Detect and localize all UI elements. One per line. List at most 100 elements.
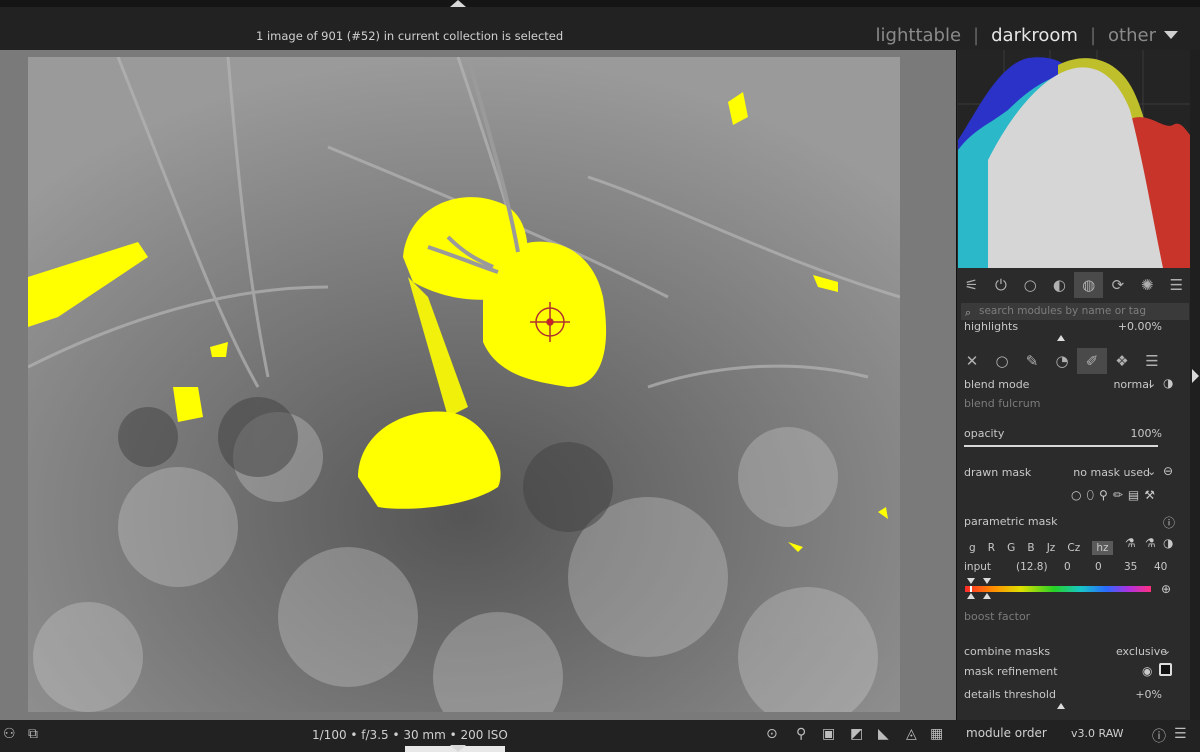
blend-uniform-icon[interactable]: ○ <box>987 348 1017 374</box>
channel-tab-g[interactable]: g <box>969 542 976 554</box>
input-marker-bottom-right-icon[interactable] <box>983 593 991 599</box>
right-panel-collapse-icon[interactable] <box>1192 369 1199 383</box>
exif-info: 1/100 • f/3.5 • 30 mm • 200 ISO <box>312 728 508 742</box>
blend-mode-label: blend mode <box>964 378 1030 391</box>
input-marker-top-right-icon[interactable] <box>983 578 991 584</box>
input-value-2: 0 <box>1095 561 1102 573</box>
raw-overexposed-icon[interactable]: ◬ <box>906 726 917 742</box>
parametric-mask-info-icon[interactable]: ⓘ <box>1163 514 1175 531</box>
combine-masks-select[interactable]: combine masks exclusive <box>964 645 1167 663</box>
blend-drawn-parametric-icon[interactable]: ✐ <box>1077 348 1107 374</box>
show-mask-eye-icon[interactable]: ◉ <box>1142 664 1152 678</box>
refresh-icon[interactable]: ⟳ <box>1103 272 1132 298</box>
preferences-icon[interactable]: ☰ <box>1174 726 1187 742</box>
ellipse-shape-icon[interactable]: ⬯ <box>1086 488 1094 503</box>
channel-tab-B[interactable]: B <box>1027 542 1034 554</box>
color-balance-icon[interactable]: ◍ <box>1074 272 1104 298</box>
blend-polarity-icon[interactable]: ◑ <box>1163 376 1173 390</box>
second-window-icon[interactable]: ⧉ <box>28 726 38 742</box>
circle-icon[interactable]: ○ <box>1016 272 1045 298</box>
blend-raster-icon[interactable]: ❖ <box>1107 348 1137 374</box>
blend-mode-chevron-icon[interactable]: ⌄ <box>1147 377 1156 390</box>
display-mask-icon[interactable] <box>1159 663 1172 676</box>
module-order-label: module order <box>966 726 1047 740</box>
brush-shape-icon[interactable]: ✏ <box>1113 488 1123 503</box>
blend-menu-icon[interactable]: ☰ <box>1137 348 1167 374</box>
input-marker-bottom-left-icon[interactable] <box>967 593 975 599</box>
top-panel-collapse-icon[interactable] <box>450 0 466 7</box>
blend-fulcrum-slider[interactable]: blend fulcrum <box>964 397 1162 415</box>
view-separator: | <box>1089 25 1097 46</box>
view-lighttable[interactable]: lighttable <box>876 25 961 46</box>
gamut-check-icon[interactable]: ▣ <box>822 726 835 742</box>
softproof-icon[interactable]: ◩ <box>850 726 863 742</box>
help-icon[interactable]: ⓘ <box>1152 726 1166 746</box>
color-picker-set-icon[interactable]: ⚗ <box>1145 536 1156 550</box>
details-threshold-value: +0% <box>1135 688 1162 701</box>
highlights-label: highlights <box>964 320 1019 333</box>
drawn-mask-toggle-icon[interactable]: ⊖ <box>1163 464 1173 478</box>
hue-gradient-slider[interactable] <box>965 586 1151 592</box>
channel-tab-R[interactable]: R <box>988 542 995 554</box>
module-search-input[interactable]: ⌕ search modules by name or tag <box>961 303 1189 320</box>
drawn-mask-label: drawn mask <box>964 466 1032 479</box>
drawn-mask-chevron-icon[interactable]: ⌄ <box>1147 465 1156 478</box>
blend-off-icon[interactable]: ✕ <box>957 348 987 374</box>
channel-tab-G[interactable]: G <box>1007 542 1015 554</box>
tone-icon[interactable]: ◐ <box>1045 272 1074 298</box>
menu-icon[interactable]: ☰ <box>1162 272 1191 298</box>
boost-factor-slider[interactable]: boost factor <box>964 610 1162 628</box>
favorite-icon[interactable]: ✺ <box>1133 272 1162 298</box>
opacity-track[interactable] <box>964 445 1158 447</box>
views-dropdown-icon[interactable] <box>1164 31 1178 39</box>
bulb-icon[interactable]: ⚲ <box>796 726 806 742</box>
parametric-mask-label: parametric mask <box>964 515 1058 528</box>
image-canvas-area <box>0 50 956 720</box>
details-threshold-marker-icon[interactable] <box>1057 703 1065 709</box>
highlights-marker-icon[interactable] <box>1057 335 1065 341</box>
bottom-panel-collapse-icon[interactable] <box>450 745 466 752</box>
input-label: input <box>964 561 992 573</box>
guides-icon[interactable]: ▦ <box>930 726 943 742</box>
view-darkroom[interactable]: darkroom <box>991 25 1078 46</box>
channel-tab-Cz[interactable]: Cz <box>1067 542 1080 554</box>
channel-tab-Jz[interactable]: Jz <box>1047 542 1056 554</box>
channel-tab-hz[interactable]: hz <box>1092 541 1113 555</box>
show-masks-icon[interactable]: ⚒ <box>1144 488 1155 503</box>
blend-mode-select[interactable]: blend mode normal <box>964 378 1162 396</box>
channel-tabs: g R G B Jz Cz hz <box>969 536 1120 555</box>
photo-preview[interactable] <box>28 57 900 712</box>
power-icon[interactable]: ⏻ <box>986 272 1015 298</box>
gradient-shape-icon[interactable]: ▤ <box>1128 488 1139 503</box>
path-shape-icon[interactable]: ⚲ <box>1099 488 1108 503</box>
drawn-mask-select[interactable]: drawn mask no mask used <box>964 466 1162 484</box>
input-value-3: 35 <box>1124 561 1138 573</box>
right-panel: ⚟ ⏻ ○ ◐ ◍ ⟳ ✺ ☰ ⌕ search modules by name… <box>956 50 1190 720</box>
add-channel-icon[interactable]: ⊕ <box>1161 582 1171 596</box>
focus-peaking-icon[interactable]: ⊙ <box>766 726 778 742</box>
boost-factor-label: boost factor <box>964 610 1031 623</box>
opacity-slider[interactable]: opacity 100% <box>964 427 1162 445</box>
view-other[interactable]: other <box>1108 25 1156 46</box>
parametric-mask-header: parametric mask <box>964 515 1162 533</box>
presets-icon[interactable]: ⚟ <box>957 272 986 298</box>
right-edge-strip <box>1190 50 1200 720</box>
histogram[interactable] <box>958 50 1190 268</box>
circle-shape-icon[interactable]: ○ <box>1071 488 1081 503</box>
color-picker-icon[interactable]: ⚗ <box>1125 536 1136 550</box>
blend-parametric-icon[interactable]: ◔ <box>1047 348 1077 374</box>
view-separator: | <box>973 25 980 46</box>
styles-icon[interactable]: ⚇ <box>3 726 16 742</box>
module-order-value[interactable]: v3.0 RAW <box>1071 727 1124 740</box>
combine-masks-chevron-icon[interactable]: ⌄ <box>1162 644 1171 657</box>
input-value-current: (12.8) <box>1016 561 1048 573</box>
opacity-fill <box>964 445 1158 447</box>
view-switcher: lighttable | darkroom | other <box>876 25 1156 46</box>
overexposed-icon[interactable]: ◣ <box>878 726 889 742</box>
input-marker-top-left-icon[interactable] <box>967 578 975 584</box>
input-value-1: 0 <box>1064 561 1071 573</box>
input-value-4: 40 <box>1154 561 1168 573</box>
opacity-label: opacity <box>964 427 1005 440</box>
blend-drawn-icon[interactable]: ✎ <box>1017 348 1047 374</box>
invert-polarity-icon[interactable]: ◑ <box>1163 536 1173 550</box>
